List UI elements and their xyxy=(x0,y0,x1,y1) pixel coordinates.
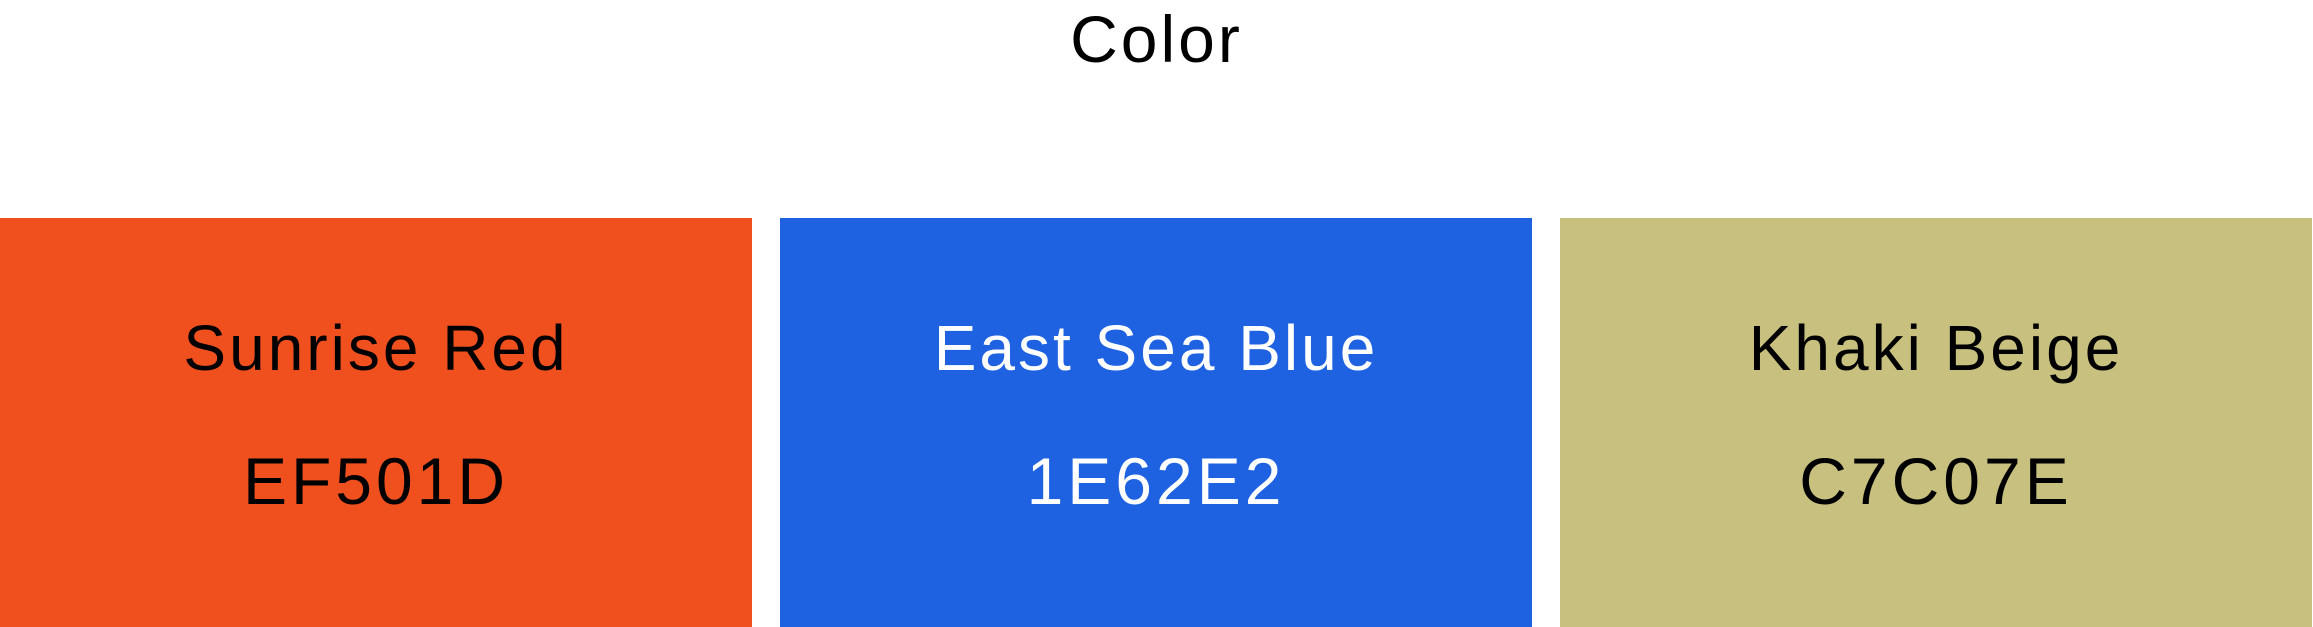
swatch-hex: 1E62E2 xyxy=(1026,444,1286,518)
swatch-khaki-beige: Khaki Beige C7C07E xyxy=(1560,218,2312,627)
swatch-sunrise-red: Sunrise Red EF501D xyxy=(0,218,752,627)
swatch-hex: EF501D xyxy=(242,444,510,518)
page-title: Color xyxy=(1070,2,1243,76)
swatch-name: Sunrise Red xyxy=(183,312,569,384)
swatch-row: Sunrise Red EF501D East Sea Blue 1E62E2 … xyxy=(0,218,2313,627)
swatch-east-sea-blue: East Sea Blue 1E62E2 xyxy=(780,218,1532,627)
swatch-hex: C7C07E xyxy=(1799,444,2073,518)
swatch-name: Khaki Beige xyxy=(1748,312,2124,384)
swatch-name: East Sea Blue xyxy=(933,312,1379,384)
